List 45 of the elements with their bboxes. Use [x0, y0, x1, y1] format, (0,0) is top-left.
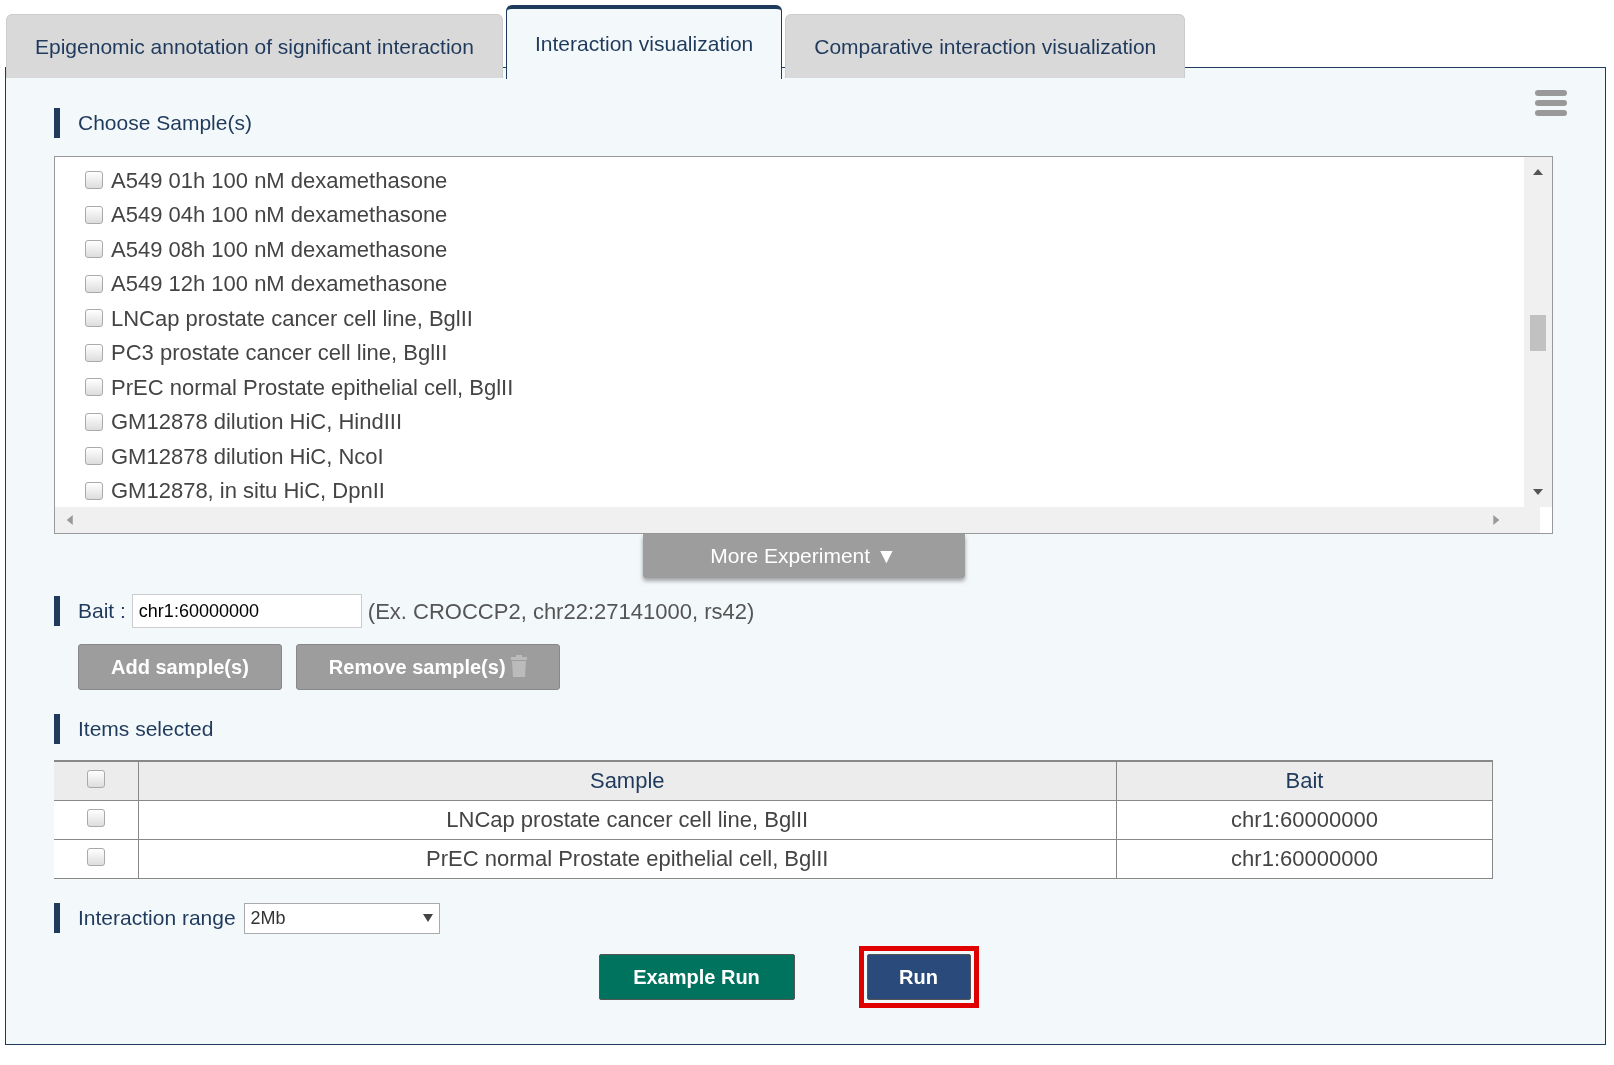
dropdown-arrow-icon [422, 914, 433, 922]
checkbox[interactable] [85, 378, 103, 397]
row-checkbox[interactable] [86, 848, 105, 866]
checkbox[interactable] [85, 447, 103, 466]
section-heading: Choose Sample(s) [54, 108, 1553, 138]
checkbox[interactable] [85, 205, 103, 224]
checkbox[interactable] [85, 309, 103, 328]
sample-option-label[interactable]: A549 08h 100 nM dexamethasone [111, 232, 448, 266]
select-all-checkbox[interactable] [86, 770, 105, 789]
example-run-button[interactable]: Example Run [598, 953, 795, 1000]
sample-option-label[interactable]: A549 01h 100 nM dexamethasone [111, 163, 448, 197]
menu-icon[interactable] [1535, 90, 1567, 116]
checkbox[interactable] [85, 481, 103, 500]
sample-option-label[interactable]: LNCap prostate cancer cell line, BglII [111, 301, 473, 335]
tab[interactable]: Comparative interaction visualization [785, 14, 1186, 78]
sample-option-label[interactable]: A549 12h 100 nM dexamethasone [111, 267, 448, 301]
sample-option-label[interactable]: GM12878, in situ HiC, DpnII [111, 474, 385, 508]
trash-icon [511, 655, 528, 677]
interaction-range-select[interactable]: 2Mb [243, 902, 440, 934]
table-cell: LNCap prostate cancer cell line, BglII [138, 800, 1117, 839]
table-cell: chr1:60000000 [1116, 800, 1493, 839]
row-checkbox[interactable] [86, 809, 105, 827]
checkbox[interactable] [85, 240, 103, 259]
tab[interactable]: Interaction visualization [505, 5, 783, 79]
sample-option-label[interactable]: A549 04h 100 nM dexamethasone [111, 198, 448, 232]
sample-option-label[interactable]: PrEC normal Prostate epithelial cell, BglII [111, 370, 514, 404]
checkbox[interactable] [85, 274, 103, 293]
sample-option-label[interactable]: GM12878 dilution HiC, NcoI [111, 439, 384, 473]
section-heading: Items selected [54, 714, 1553, 744]
checkbox[interactable] [85, 343, 103, 362]
interaction-range-label: Interaction range [54, 903, 236, 933]
column-header: Sample [138, 761, 1117, 800]
bait-example-hint: (Ex. CROCCP2, chr22:27141000, rs42) [367, 597, 755, 626]
checkbox[interactable] [85, 412, 103, 431]
table-cell: chr1:60000000 [1116, 839, 1493, 878]
horizontal-scrollbar[interactable] [55, 507, 1540, 533]
bait-label: Bait : [54, 596, 126, 626]
bait-input-field[interactable]: chr1:60000000 [131, 594, 362, 628]
checkbox[interactable] [85, 171, 103, 190]
run-button[interactable]: Run [866, 953, 971, 1000]
sample-option-label[interactable]: PC3 prostate cancer cell line, BglII [111, 336, 448, 370]
table-cell: PrEC normal Prostate epithelial cell, BglII [138, 839, 1117, 878]
tab[interactable]: Epigenomic annotation of significant interaction [6, 14, 503, 78]
column-header: Bait [1116, 761, 1493, 800]
sample-option-label[interactable]: GM12878 dilution HiC, HindIII [111, 405, 403, 439]
